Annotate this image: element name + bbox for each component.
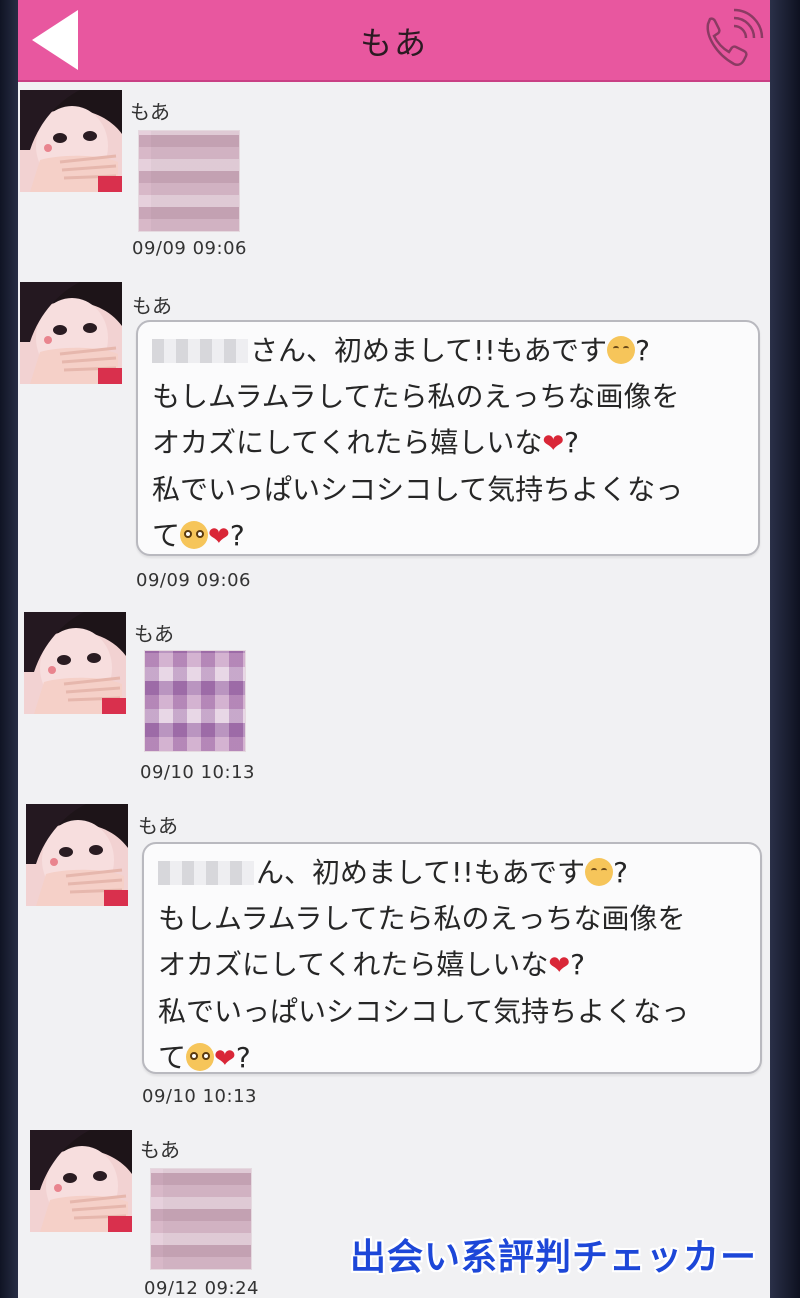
message-timestamp: 09/10 10:13 [140, 762, 255, 783]
avatar[interactable] [24, 612, 126, 714]
message-timestamp: 09/10 10:13 [142, 1086, 257, 1107]
message-bubble[interactable]: さん、初めまして!!もあです? もしムラムラしてたら私のえっちな画像を オカズに… [136, 320, 760, 556]
phone-frame-left [0, 0, 20, 1298]
avatar[interactable] [26, 804, 128, 906]
message-line: 私でいっぱいシコシコして気持ちよくなっ [152, 473, 684, 506]
message-line: ん、初めまして!!もあです? [158, 850, 746, 896]
chat-header: もあ [18, 0, 770, 82]
avatar[interactable] [20, 90, 122, 192]
redacted-username [152, 339, 248, 363]
message-line: もしムラムラしてたら私のえっちな画像を [158, 902, 686, 935]
redacted-username [158, 861, 254, 885]
message-line: オカズにしてくれたら嬉しいな❤? [152, 426, 579, 459]
message-line: オカズにしてくれたら嬉しいな❤? [158, 948, 585, 981]
image-thumbnail[interactable] [138, 130, 240, 232]
message-line: もしムラムラしてたら私のえっちな画像を [152, 380, 680, 413]
phone-call-icon [706, 8, 764, 67]
image-thumbnail[interactable] [144, 650, 246, 752]
heart-icon: ❤ [548, 951, 571, 981]
message-line: て ❤? [158, 1041, 251, 1074]
heart-icon: ❤ [542, 429, 565, 459]
sender-name: もあ [138, 814, 178, 838]
message-line: 私でいっぱいシコシコして気持ちよくなっ [158, 995, 690, 1028]
message-timestamp: 09/09 09:06 [132, 238, 247, 259]
phone-frame-right [770, 0, 800, 1298]
heart-icon: ❤ [208, 522, 230, 552]
message-bubble[interactable]: ん、初めまして!!もあです? もしムラムラしてたら私のえっちな画像を オカズにし… [142, 842, 762, 1074]
heart-icon: ❤ [214, 1044, 236, 1074]
pleading-face-icon [186, 1043, 215, 1071]
smiling-face-icon [585, 858, 614, 886]
message-line: さん、初めまして!!もあです? [152, 328, 744, 374]
pleading-face-icon [180, 521, 209, 549]
smiling-face-icon [607, 336, 636, 364]
sender-name: もあ [140, 1138, 180, 1162]
chat-title: もあ [359, 24, 428, 62]
avatar[interactable] [20, 282, 122, 384]
call-button[interactable] [694, 6, 764, 76]
message-timestamp: 09/09 09:06 [136, 570, 251, 591]
image-thumbnail[interactable] [150, 1168, 252, 1270]
message-timestamp: 09/12 09:24 [144, 1278, 259, 1298]
sender-name: もあ [130, 100, 170, 124]
sender-name: もあ [134, 622, 174, 646]
message-line: て ❤? [152, 519, 245, 552]
sender-name: もあ [132, 294, 172, 318]
chat-screen: もあ もあ 09/09 09:06 もあ さん、初めまして!!もあです ? もし… [18, 0, 770, 1298]
site-watermark: 出会い系評判チェッカー [350, 1237, 758, 1278]
avatar[interactable] [30, 1130, 132, 1232]
